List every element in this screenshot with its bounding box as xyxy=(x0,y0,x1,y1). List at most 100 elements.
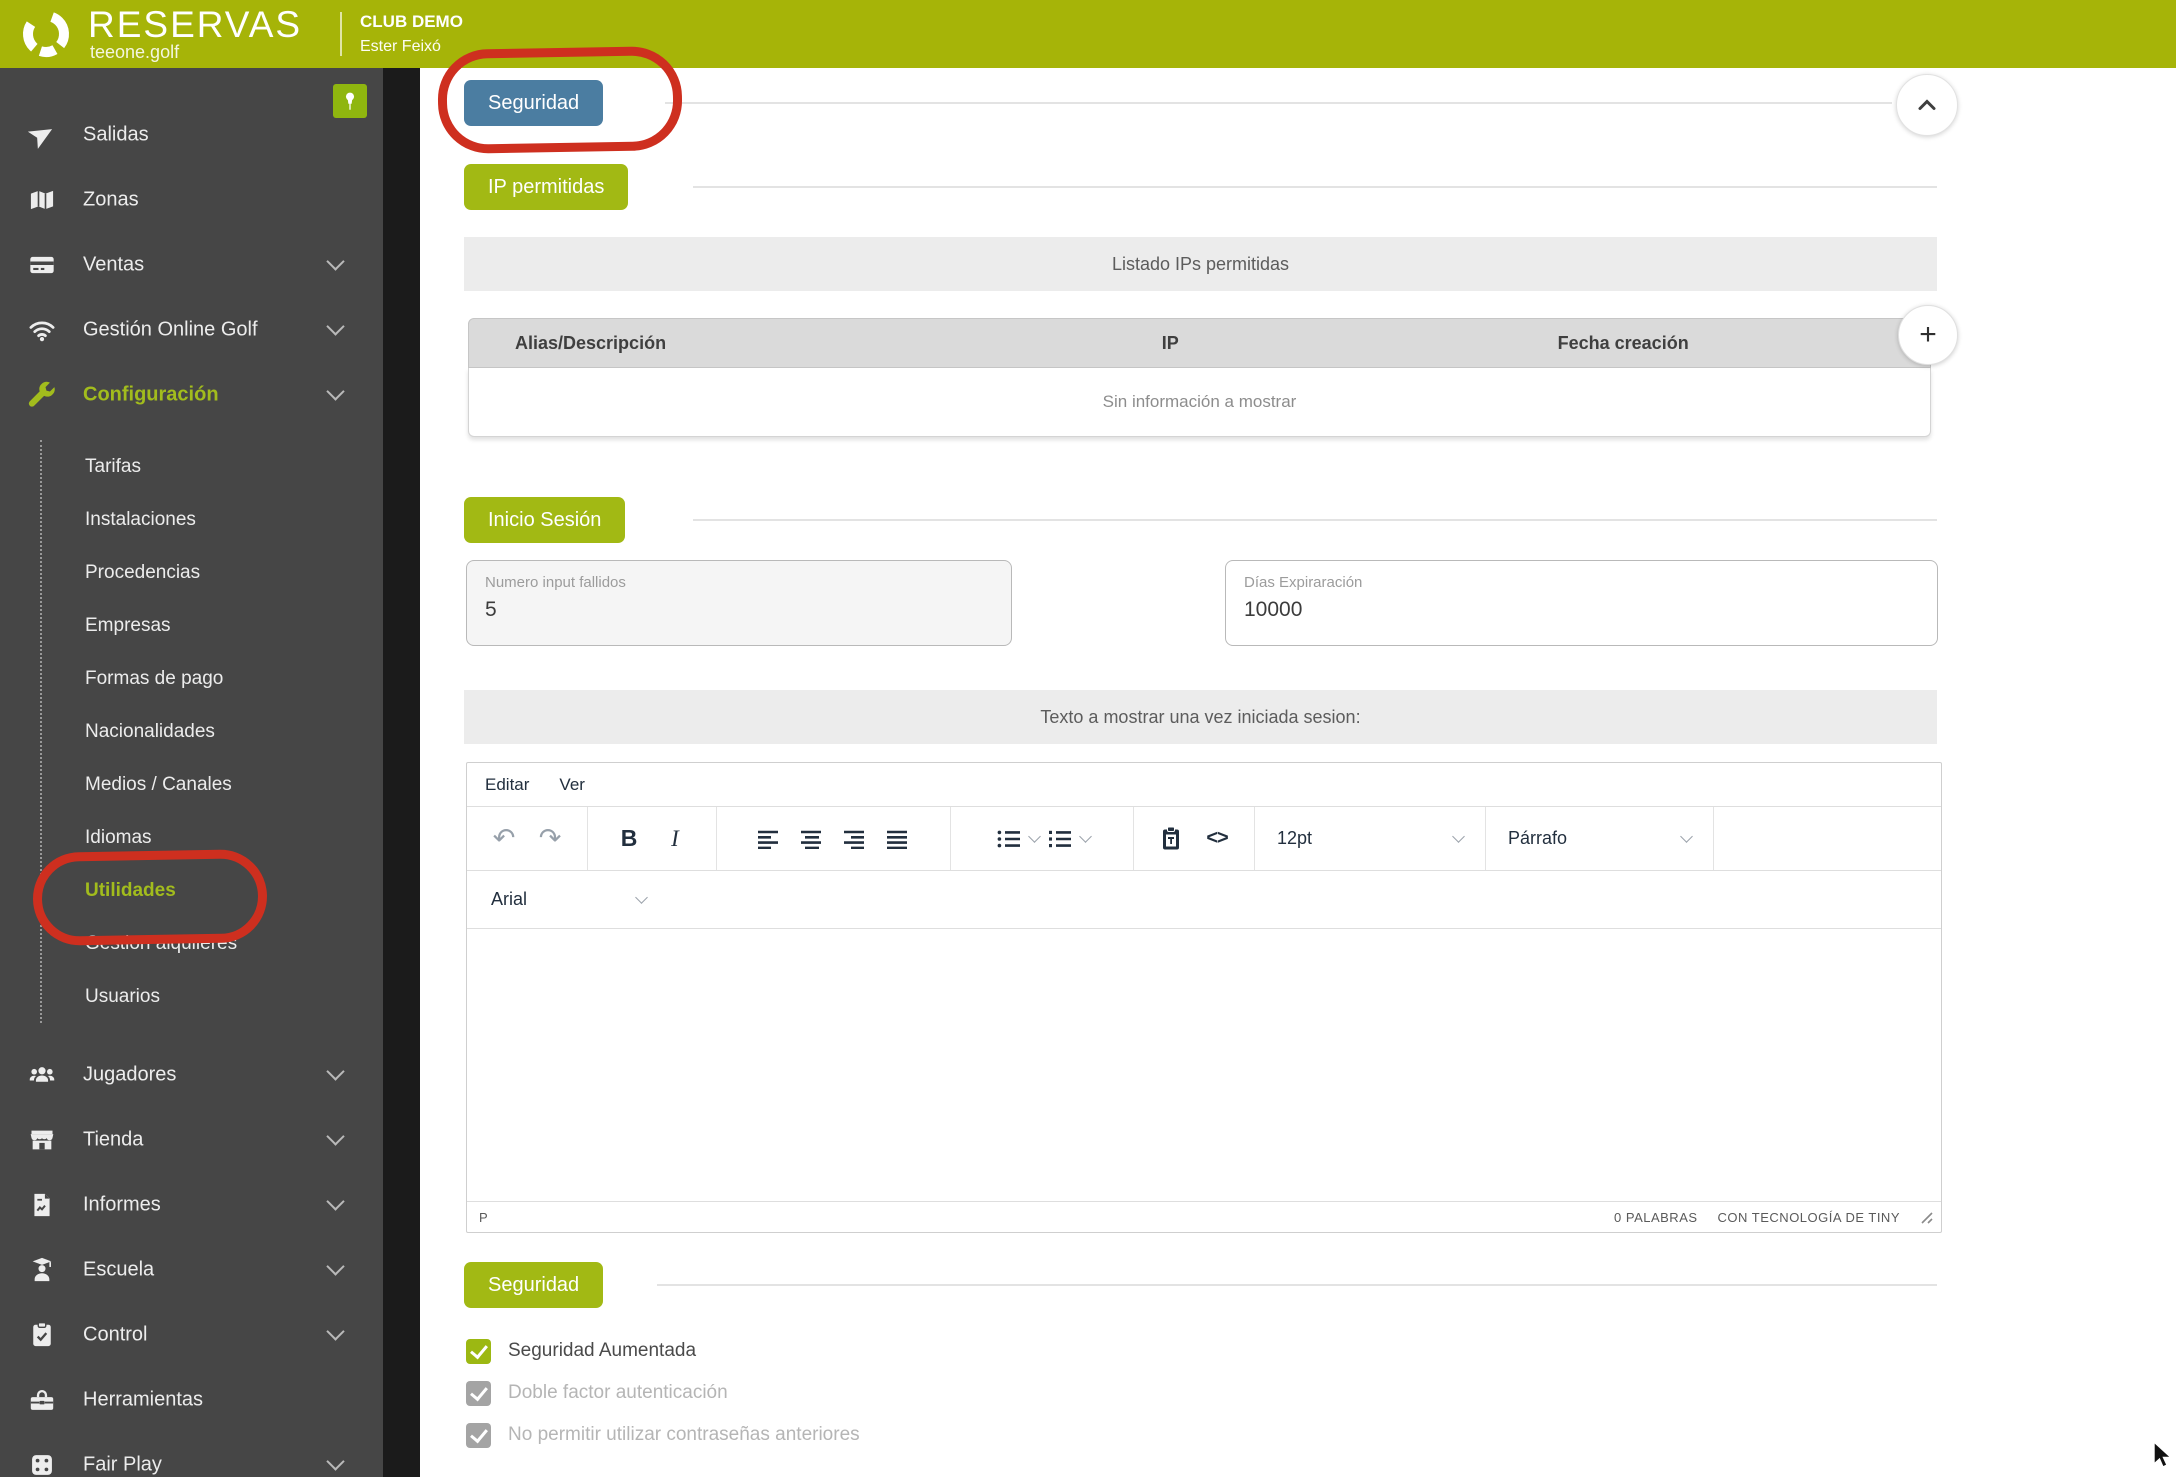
sidebar-item-herramientas[interactable]: Herramientas xyxy=(0,1367,382,1432)
sidebar-item-escuela[interactable]: Escuela xyxy=(0,1237,382,1302)
chevron-down-icon xyxy=(326,1061,345,1081)
chevron-down-icon xyxy=(326,381,345,401)
failed-attempts-field: Numero input fallidos xyxy=(466,560,1012,646)
sidebar-item-zonas[interactable]: Zonas xyxy=(0,167,382,232)
brand-domain: teeone.golf xyxy=(90,42,180,62)
sidebar-subitem-medios-canales[interactable]: Medios / Canales xyxy=(42,758,380,811)
logged-in-user: Ester Feixó xyxy=(360,38,441,55)
editor-menu-ver[interactable]: Ver xyxy=(559,775,585,795)
sidebar-subitem-instalaciones[interactable]: Instalaciones xyxy=(42,493,380,546)
sidebar-subitem-utilidades[interactable]: Utilidades xyxy=(42,864,380,917)
sidebar-subitem-usuarios[interactable]: Usuarios xyxy=(42,970,380,1023)
sidebar-item-label: Escuela xyxy=(83,1258,155,1280)
sidebar-item-configuracion[interactable]: Configuración xyxy=(0,362,382,427)
powered-by-tiny: CON TECNOLOGÍA DE TINY xyxy=(1717,1209,1900,1225)
sidebar: Salidas Zonas Ventas Gestión Online Golf… xyxy=(0,68,420,1477)
sidebar-item-label: Herramientas xyxy=(83,1388,204,1410)
sidebar-rail xyxy=(383,68,420,1477)
sidebar-subitem-nacionalidades[interactable]: Nacionalidades xyxy=(42,705,380,758)
chevron-down-icon xyxy=(326,316,345,336)
login-banner-title: Texto a mostrar una vez iniciada sesion: xyxy=(464,690,1937,744)
report-icon xyxy=(34,1193,50,1216)
checkbox-row-no-permitir-contrasenas: No permitir utilizar contraseñas anterio… xyxy=(466,1420,860,1450)
checkbox-label: Doble factor autenticación xyxy=(508,1382,728,1403)
mouse-cursor xyxy=(2153,1440,2173,1468)
sidebar-subitem-formas-de-pago[interactable]: Formas de pago xyxy=(42,652,380,705)
graduation-icon xyxy=(32,1257,52,1281)
chevron-up-icon xyxy=(1918,99,1936,110)
chevron-down-icon xyxy=(326,1191,345,1211)
seguridad-aumentada-checkbox[interactable] xyxy=(466,1338,491,1364)
chevron-down-icon xyxy=(326,251,345,271)
wrench-icon xyxy=(28,381,55,407)
sidebar-item-ventas[interactable]: Ventas xyxy=(0,232,382,297)
block-format-dropdown[interactable]: Párrafo xyxy=(1486,828,1713,849)
wifi-icon xyxy=(29,320,55,341)
chevron-down-icon[interactable] xyxy=(1079,830,1092,843)
chevron-down-icon xyxy=(326,1321,345,1341)
ip-table-empty-row: Sin información a mostrar xyxy=(468,368,1931,437)
bullet-list-button[interactable] xyxy=(994,819,1024,859)
failed-attempts-input[interactable] xyxy=(485,598,993,622)
no-permitir-contrasenas-checkbox[interactable] xyxy=(466,1422,491,1448)
sidebar-item-tienda[interactable]: Tienda xyxy=(0,1107,382,1172)
editor-content-area[interactable] xyxy=(467,929,1941,1201)
editor-menu-editar[interactable]: Editar xyxy=(485,775,529,795)
italic-button[interactable]: I xyxy=(660,819,690,859)
sidebar-subitem-procedencias[interactable]: Procedencias xyxy=(42,546,380,599)
collapse-section-button[interactable] xyxy=(1896,74,1958,136)
sidebar-item-label: Tienda xyxy=(83,1128,144,1150)
credit-card-icon xyxy=(30,256,54,273)
sidebar-subitem-empresas[interactable]: Empresas xyxy=(42,599,380,652)
users-icon xyxy=(29,1066,55,1082)
add-ip-button[interactable]: + xyxy=(1898,305,1958,365)
numbered-list-button[interactable] xyxy=(1045,819,1075,859)
map-icon xyxy=(30,190,54,209)
chevron-down-icon[interactable] xyxy=(635,891,648,904)
sidebar-subitem-tarifas[interactable]: Tarifas xyxy=(42,440,380,493)
sidebar-item-control[interactable]: Control xyxy=(0,1302,382,1367)
word-count[interactable]: 0 PALABRAS xyxy=(1614,1210,1698,1225)
dice-icon xyxy=(32,1454,52,1475)
sidebar-item-label: Control xyxy=(83,1323,148,1345)
font-family-value[interactable]: Arial xyxy=(491,889,637,910)
expiration-days-input[interactable] xyxy=(1244,598,1919,622)
paste-text-button[interactable] xyxy=(1156,819,1186,859)
field-label: Días Expiraración xyxy=(1244,574,1363,591)
redo-button[interactable]: ↷ xyxy=(535,819,565,859)
source-code-button[interactable]: <> xyxy=(1202,819,1232,859)
chevron-down-icon xyxy=(326,1126,345,1146)
align-right-button[interactable] xyxy=(840,819,870,859)
history-group: ↶ ↷ xyxy=(467,807,588,870)
sidebar-subitem-idiomas[interactable]: Idiomas xyxy=(42,811,380,864)
element-path[interactable]: P xyxy=(479,1210,488,1225)
font-family-row: Arial xyxy=(467,871,1941,929)
chevron-down-icon[interactable] xyxy=(1028,830,1041,843)
resize-grip-icon[interactable] xyxy=(1920,1211,1933,1224)
chevron-down-icon xyxy=(326,1451,345,1471)
sidebar-item-salidas[interactable]: Salidas xyxy=(0,102,382,167)
page-title-chip[interactable]: Seguridad xyxy=(464,80,604,126)
sidebar-item-jugadores[interactable]: Jugadores xyxy=(0,1042,382,1107)
expiration-days-field: Días Expiraración xyxy=(1225,560,1938,646)
sidebar-subitem-gestion-alquileres[interactable]: Gestion alquileres xyxy=(42,917,380,970)
list-group xyxy=(951,807,1134,870)
undo-button[interactable]: ↶ xyxy=(489,819,519,859)
sidebar-item-fair-play[interactable]: Fair Play xyxy=(0,1432,382,1477)
align-left-button[interactable] xyxy=(754,819,784,859)
insert-group: <> xyxy=(1134,807,1255,870)
clipboard-check-icon xyxy=(33,1321,51,1346)
divider xyxy=(657,1284,1937,1286)
align-center-button[interactable] xyxy=(797,819,827,859)
sidebar-item-gestion-online-golf[interactable]: Gestión Online Golf xyxy=(0,297,382,362)
login-section-chip: Inicio Sesión xyxy=(464,497,626,543)
justify-button[interactable] xyxy=(883,819,913,859)
doble-factor-checkbox[interactable] xyxy=(466,1380,491,1406)
ip-table: Alias/Descripción IP Fecha creación Sin … xyxy=(468,318,1931,437)
bold-button[interactable]: B xyxy=(614,819,644,859)
checkbox-label: No permitir utilizar contraseñas anterio… xyxy=(508,1424,860,1445)
font-size-dropdown[interactable]: 12pt xyxy=(1255,828,1485,849)
sidebar-item-informes[interactable]: Informes xyxy=(0,1172,382,1237)
sidebar-item-label: Salidas xyxy=(83,123,149,145)
